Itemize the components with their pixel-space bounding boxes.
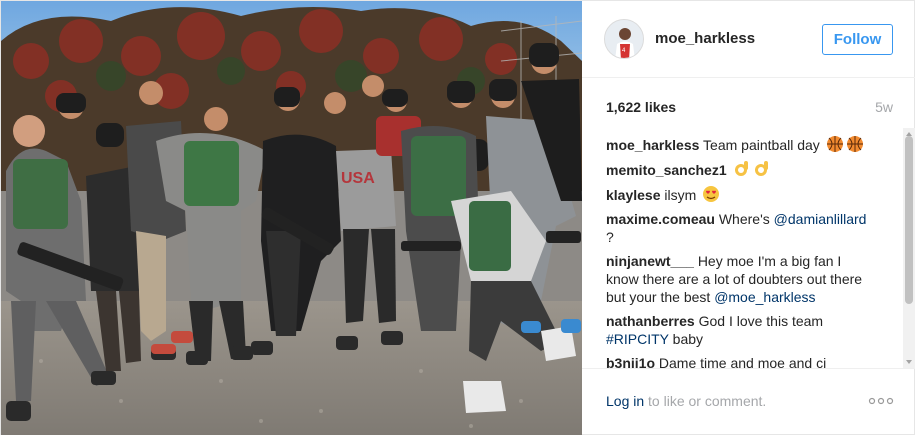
scroll-down-arrow-icon[interactable] [903, 356, 915, 368]
basketball-emoji-icon [826, 136, 843, 152]
comment-text: Dame time and moe and ci [658, 355, 827, 368]
post-photo[interactable]: USA [1, 1, 582, 435]
heart-eyes-emoji-icon [703, 186, 720, 202]
comment-author[interactable]: b3nji1o [606, 355, 655, 368]
instagram-post: USA 4 moe_harkless Follow 1,622 likes 5w… [0, 0, 915, 435]
comment-item: ninjanewt___ Hey moe I'm a big fan I kno… [606, 252, 876, 306]
post-header: 4 moe_harkless Follow [582, 1, 915, 78]
comment-author[interactable]: nathanberres [606, 313, 695, 329]
comment-text: ilsym [664, 187, 697, 203]
comment-item: moe_harkless Team paintball day [606, 135, 876, 154]
post-side-panel: 4 moe_harkless Follow 1,622 likes 5w moe… [582, 1, 915, 435]
follow-button[interactable]: Follow [822, 24, 893, 55]
basketball-emoji-icon [846, 136, 863, 152]
post-footer: Log in to like or comment. [582, 368, 915, 435]
comment-mention[interactable]: @damianlillard [774, 211, 867, 227]
comment-item: memito_sanchez1 [606, 160, 876, 179]
comment-author[interactable]: klaylese [606, 187, 661, 203]
comment-mention[interactable]: @moe_harkless [714, 289, 815, 305]
comment-text: Team paintball day [703, 137, 820, 153]
svg-text:USA: USA [341, 170, 375, 187]
comment-author[interactable]: memito_sanchez1 [606, 162, 727, 178]
comment-author[interactable]: moe_harkless [606, 137, 699, 153]
likes-count[interactable]: 1,622 likes [606, 99, 676, 115]
likes-row: 1,622 likes 5w [582, 78, 915, 128]
scrollbar-thumb[interactable] [905, 136, 913, 304]
comment-item: b3nji1o Dame time and moe and ci [606, 354, 876, 368]
ellipsis-icon[interactable] [868, 395, 894, 407]
post-timestamp[interactable]: 5w [875, 99, 893, 115]
comment-item: nathanberres God I love this team #RIPCI… [606, 312, 876, 348]
comments-list[interactable]: moe_harkless Team paintball day memito_s… [582, 128, 915, 368]
avatar[interactable]: 4 [604, 19, 644, 59]
comment-text: Where's [718, 211, 770, 227]
login-link[interactable]: Log in [606, 393, 644, 409]
ok-hand-emoji-icon [754, 161, 768, 176]
comment-author[interactable]: maxime.comeau [606, 211, 715, 227]
comments-scrollbar[interactable] [903, 128, 915, 368]
comment-author[interactable]: ninjanewt___ [606, 253, 694, 269]
comments-inner: moe_harkless Team paintball day memito_s… [606, 135, 876, 368]
comment-item: klaylese ilsym [606, 185, 876, 204]
post-author-username[interactable]: moe_harkless [655, 30, 755, 47]
paintball-team-photo: USA [1, 1, 582, 435]
avatar-image: 4 [605, 20, 643, 58]
login-prompt-text: to like or comment. [644, 393, 767, 409]
login-prompt: Log in to like or comment. [606, 393, 766, 409]
comment-text: God I love this team [698, 313, 824, 329]
comment-item: maxime.comeau Where's @damianlillard ? [606, 210, 876, 246]
comment-text-after: baby [672, 331, 704, 347]
ok-hand-emoji-icon [734, 161, 748, 176]
comment-text-after: ? [606, 229, 614, 245]
comment-hashtag[interactable]: #RIPCITY [606, 331, 669, 347]
